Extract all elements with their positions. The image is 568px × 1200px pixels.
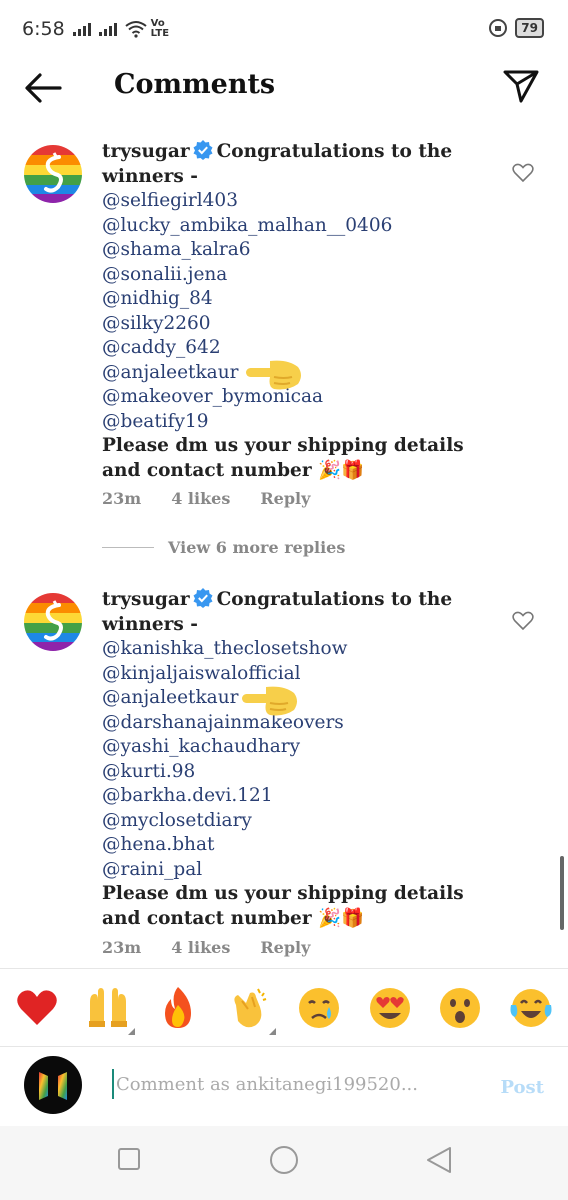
- page-title: Comments: [114, 69, 276, 100]
- comment-likes[interactable]: 4 likes: [171, 938, 230, 957]
- header: Comments: [0, 58, 568, 118]
- signal-icon: [72, 22, 91, 36]
- pointing-hand-icon: [246, 360, 301, 390]
- send-icon[interactable]: [502, 66, 540, 104]
- red-heart-emoji-button[interactable]: [14, 985, 60, 1031]
- comment-body: trysugar Congratulations to the winners -…: [102, 140, 502, 483]
- mention-link[interactable]: @kurti.98: [102, 760, 502, 785]
- pointing-hand-icon: [242, 686, 297, 716]
- comment-time: 23m: [102, 938, 142, 957]
- rotation-lock-icon: [489, 19, 508, 37]
- back-arrow-icon[interactable]: [22, 70, 64, 106]
- bts-logo-icon: [39, 1072, 67, 1100]
- crying-face-emoji-button[interactable]: [296, 985, 342, 1031]
- mention-link[interactable]: @lucky_ambika_malhan__0406: [102, 214, 502, 239]
- home-icon[interactable]: [269, 1145, 299, 1175]
- mention-link[interactable]: @sonalii.jena: [102, 263, 502, 288]
- astonished-face-emoji-button[interactable]: [437, 985, 483, 1031]
- mention-link[interactable]: @selfiegirl403: [102, 189, 502, 214]
- brand-logo-icon: [24, 593, 82, 651]
- mention-link[interactable]: @myclosetdiary: [102, 809, 502, 834]
- comment-username[interactable]: trysugar: [102, 589, 190, 610]
- battery-indicator: 79: [515, 18, 544, 38]
- system-nav-bar: [0, 1126, 568, 1200]
- comment-meta: 23m 4 likes Reply: [102, 938, 310, 957]
- network-type: Vo LTE: [150, 18, 170, 39]
- comment-username[interactable]: trysugar: [102, 141, 190, 162]
- wifi-icon: [125, 21, 147, 38]
- back-nav-icon[interactable]: [426, 1146, 452, 1174]
- comment-body: trysugar Congratulations to the winners -…: [102, 588, 502, 931]
- status-bar: 6:58 Vo LTE 79: [0, 0, 568, 58]
- avatar[interactable]: [24, 145, 82, 203]
- verified-badge-icon: [193, 140, 213, 160]
- comment-closing: Please dm us your shipping details and c…: [102, 883, 464, 929]
- mention-link[interactable]: @anjaleetkaur: [102, 686, 502, 711]
- view-more-replies-button[interactable]: View 6 more replies: [102, 538, 345, 557]
- signal-icon-2: [98, 22, 117, 36]
- verified-badge-icon: [193, 588, 213, 608]
- comment-meta: 23m 4 likes Reply: [102, 489, 310, 508]
- raising-hands-emoji-button[interactable]: [85, 985, 135, 1035]
- mention-link[interactable]: @beatify19: [102, 410, 502, 435]
- comment-composer: Post: [0, 1046, 568, 1126]
- reply-button[interactable]: Reply: [260, 938, 310, 957]
- mention-link[interactable]: @silky2260: [102, 312, 502, 337]
- comment-input[interactable]: [112, 1069, 442, 1099]
- comment-time: 23m: [102, 489, 142, 508]
- mention-link[interactable]: @kanishka_theclosetshow: [102, 637, 502, 662]
- mention-link[interactable]: @raini_pal: [102, 858, 502, 883]
- current-user-avatar: [24, 1056, 82, 1114]
- emoji-reaction-bar: [0, 968, 568, 1046]
- mention-link[interactable]: @yashi_kachaudhary: [102, 735, 502, 760]
- like-heart-icon[interactable]: [512, 163, 534, 183]
- status-time: 6:58: [22, 18, 65, 40]
- scrollbar[interactable]: [560, 856, 564, 930]
- like-heart-icon[interactable]: [512, 611, 534, 631]
- fire-emoji-button[interactable]: [155, 985, 201, 1031]
- mention-link[interactable]: @barkha.devi.121: [102, 784, 502, 809]
- divider-line: [102, 547, 154, 548]
- avatar[interactable]: [24, 593, 82, 651]
- recent-apps-icon[interactable]: [118, 1148, 140, 1170]
- tears-of-joy-emoji-button[interactable]: [508, 985, 554, 1031]
- mention-link[interactable]: @darshanajainmakeovers: [102, 711, 502, 736]
- comment-likes[interactable]: 4 likes: [171, 489, 230, 508]
- brand-logo-icon: [24, 145, 82, 203]
- mention-link[interactable]: @hena.bhat: [102, 833, 502, 858]
- comment-closing: Please dm us your shipping details and c…: [102, 435, 464, 481]
- heart-eyes-emoji-button[interactable]: [367, 985, 413, 1031]
- reply-button[interactable]: Reply: [260, 489, 310, 508]
- view-more-replies-label: View 6 more replies: [168, 538, 346, 557]
- mention-link[interactable]: @shama_kalra6: [102, 238, 502, 263]
- post-button[interactable]: Post: [500, 1077, 544, 1098]
- clapping-hands-emoji-button[interactable]: [226, 985, 276, 1035]
- mention-link[interactable]: @nidhig_84: [102, 287, 502, 312]
- mention-link[interactable]: @kinjaljaiswalofficial: [102, 662, 502, 687]
